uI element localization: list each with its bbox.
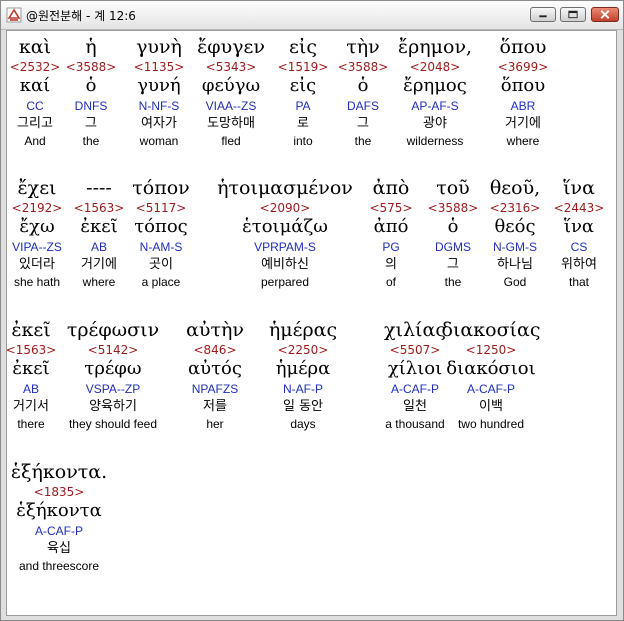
close-icon [600, 10, 610, 19]
word-block[interactable]: ἑξήκοντα. <1835> ἑξήκοντα A-CAF-P 육십 and thre… [7, 460, 139, 574]
greek-word: διακοσίας [441, 319, 541, 341]
english-gloss: where [506, 134, 540, 148]
minimize-button[interactable] [530, 7, 556, 22]
parsing-code: A-CAF-P [35, 524, 83, 538]
strongs-number: <1835> [33, 485, 85, 499]
greek-word: ἑξήκοντα. [10, 461, 108, 483]
greek-word: ἵνα [563, 177, 595, 199]
word-block[interactable]: ἵνα <2443> ἵνα CS 위하여 that [499, 176, 616, 290]
title-bar[interactable]: @원전분해 - 계 12:6 [1, 1, 623, 30]
english-gloss: and threescore [18, 559, 100, 573]
parsing-code: ABR [510, 99, 536, 113]
minimize-icon [539, 15, 547, 18]
korean-gloss: 육십 [47, 541, 71, 556]
lemma: διακόσιοι [446, 358, 536, 379]
app-window: @원전분해 - 계 12:6 καὶ <2532> καί CC 그리고 And ἡ <358… [0, 0, 624, 621]
lemma: ἵνα [563, 216, 595, 237]
korean-gloss: 이백 [479, 399, 503, 414]
strongs-number: <3699> [497, 60, 549, 74]
maximize-button[interactable] [560, 7, 586, 22]
app-icon [6, 7, 22, 23]
close-button[interactable] [591, 7, 619, 22]
strongs-number: <1250> [465, 343, 517, 357]
english-gloss: two hundred [457, 417, 525, 431]
greek-word: ὅπου [499, 36, 547, 58]
parsing-code: A-CAF-P [467, 382, 515, 396]
lemma: ἑξήκοντα [16, 500, 102, 521]
korean-gloss: 위하여 [561, 257, 597, 272]
english-gloss: that [568, 275, 589, 289]
korean-gloss: 거기에 [505, 116, 541, 131]
parsing-code: CS [570, 240, 588, 254]
window-title: @원전분해 - 계 12:6 [26, 9, 136, 23]
word-block[interactable]: ὅπου <3699> ὅπου ABR 거기에 where [443, 35, 603, 149]
strongs-number: <2443> [553, 201, 605, 215]
word-block[interactable]: διακοσίας <1250> διακόσιοι A-CAF-P 이백 two hun… [411, 318, 571, 432]
lemma: ὅπου [500, 75, 546, 96]
interlinear-panel[interactable]: καὶ <2532> καί CC 그리고 And ἡ <3588> ὁ DNFS 그 the γυνὴ… [6, 30, 617, 616]
maximize-icon [568, 10, 578, 19]
